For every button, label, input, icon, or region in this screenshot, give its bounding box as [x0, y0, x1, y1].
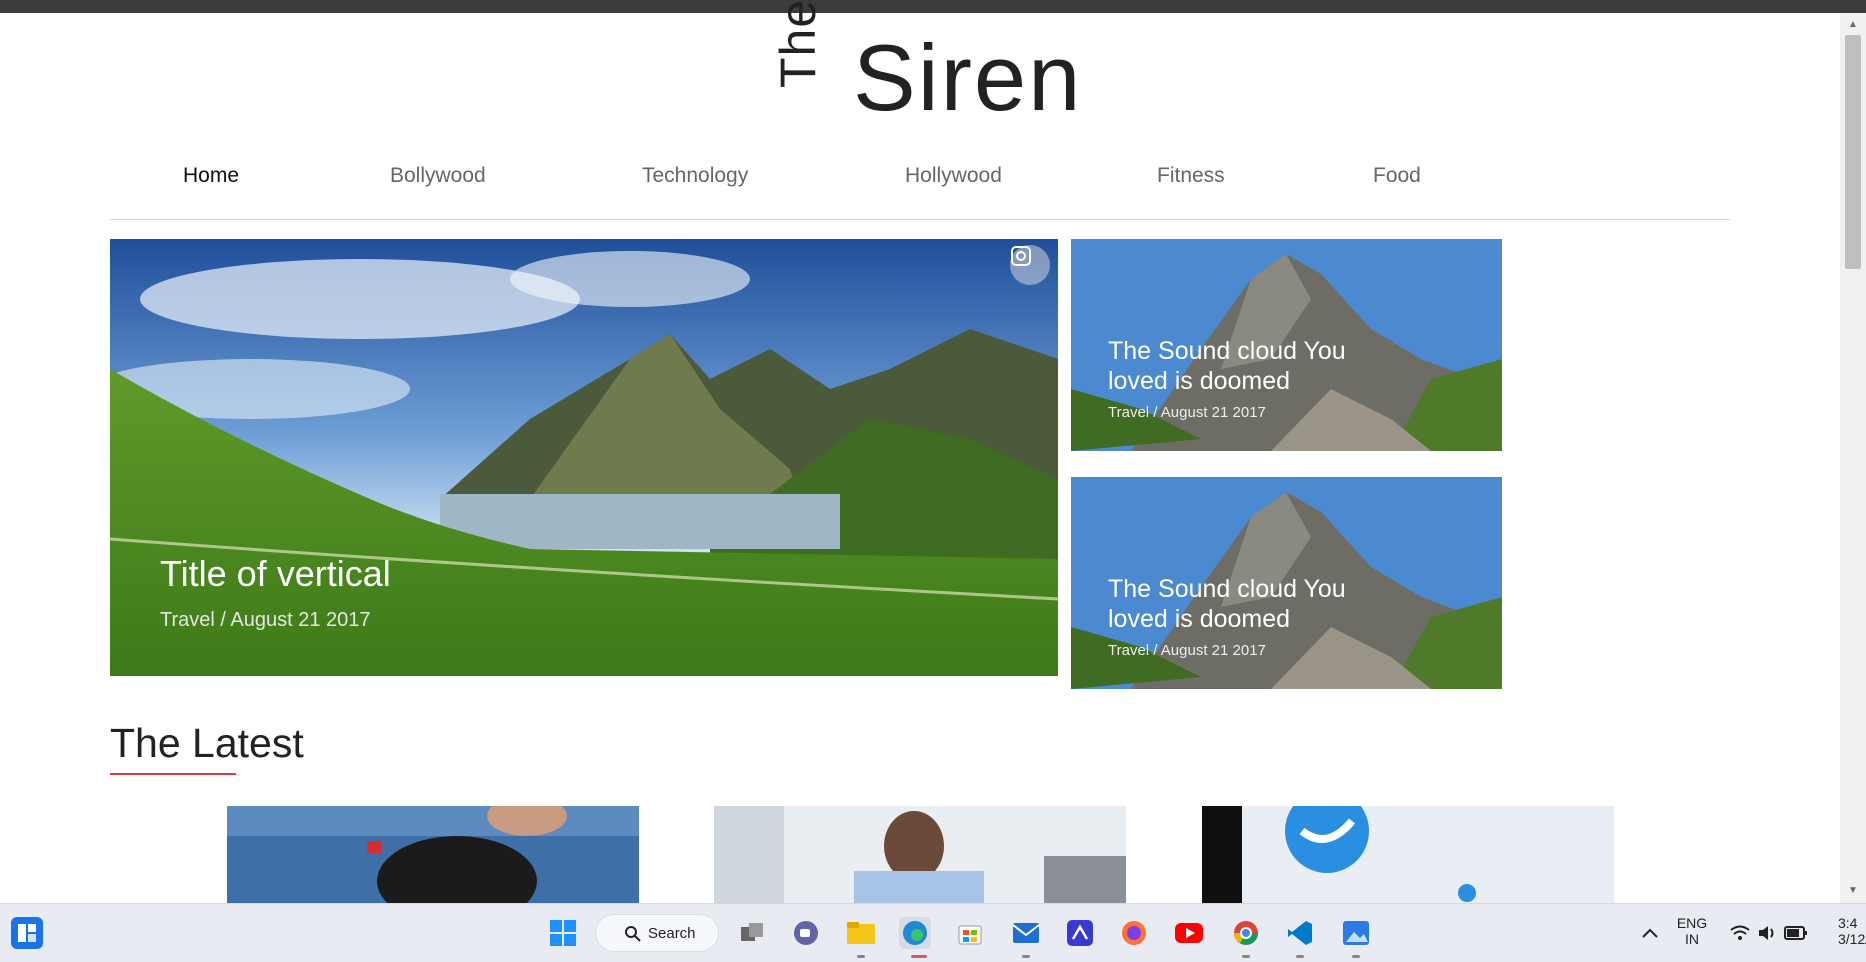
taskbar-search[interactable]: Search	[595, 914, 719, 952]
design-app-icon[interactable]	[1064, 917, 1096, 949]
widgets-icon[interactable]	[11, 917, 43, 949]
youtube-icon[interactable]	[1173, 917, 1205, 949]
windows-taskbar: Search ENG IN 3:4 3/12	[0, 903, 1866, 962]
active-indicator	[911, 955, 927, 958]
start-windows-icon[interactable]	[547, 917, 579, 949]
side-card-meta: Travel / August 21 2017	[1108, 642, 1266, 659]
nav-item-bollywood[interactable]: Bollywood	[390, 164, 486, 188]
edge-browser-icon[interactable]	[899, 917, 931, 949]
visual-search-icon[interactable]	[1010, 245, 1050, 285]
hero-side-card[interactable]: The Sound cloud You loved is doomed Trav…	[1071, 239, 1502, 451]
file-explorer-icon[interactable]	[845, 917, 877, 949]
latest-thumb-fitness[interactable]	[227, 806, 639, 903]
page-scrollbar[interactable]: ▲ ▼	[1840, 13, 1866, 903]
running-indicator	[1352, 955, 1360, 958]
side-card-title[interactable]: The Sound cloud You loved is doomed	[1108, 574, 1408, 634]
language-code: ENG	[1676, 915, 1708, 931]
photos-icon[interactable]	[1340, 917, 1372, 949]
scroll-down-arrow-icon[interactable]: ▼	[1840, 885, 1866, 901]
battery-icon[interactable]	[1780, 917, 1812, 949]
task-view-icon[interactable]	[736, 917, 768, 949]
side-card-title[interactable]: The Sound cloud You loved is doomed	[1108, 336, 1408, 396]
chrome-icon[interactable]	[1230, 917, 1262, 949]
hero-main-title[interactable]: Title of vertical	[160, 553, 391, 595]
nav-item-food[interactable]: Food	[1373, 164, 1421, 188]
hero-main-card[interactable]: Title of vertical Travel / August 21 201…	[110, 239, 1058, 676]
running-indicator	[857, 955, 865, 958]
nav-divider	[110, 219, 1730, 220]
nav-item-hollywood[interactable]: Hollywood	[905, 164, 1002, 188]
nav-item-technology[interactable]: Technology	[642, 164, 748, 188]
scroll-thumb[interactable]	[1845, 35, 1861, 269]
mail-icon[interactable]	[1010, 917, 1042, 949]
clock-date: 3/12/	[1838, 931, 1866, 947]
nav-item-home[interactable]: Home	[183, 164, 239, 188]
microsoft-store-icon[interactable]	[954, 917, 986, 949]
section-underline	[110, 773, 236, 775]
latest-thumb-twitter[interactable]	[1202, 806, 1614, 903]
show-hidden-icons-chevron-icon[interactable]	[1634, 917, 1666, 949]
latest-thumb-technology[interactable]	[714, 806, 1126, 903]
vscode-icon[interactable]	[1284, 917, 1316, 949]
clock[interactable]: 3:4 3/12/	[1838, 915, 1866, 947]
region-code: IN	[1685, 931, 1699, 947]
hero-main-meta: Travel / August 21 2017	[160, 609, 371, 631]
side-card-meta: Travel / August 21 2017	[1108, 404, 1266, 421]
teams-chat-icon[interactable]	[790, 917, 822, 949]
running-indicator	[1242, 955, 1250, 958]
scroll-up-arrow-icon[interactable]: ▲	[1840, 19, 1866, 35]
search-icon	[625, 926, 641, 942]
main-nav: Home Bollywood Technology Hollywood Fitn…	[110, 152, 1730, 202]
logo-siren-text: Siren	[853, 25, 1083, 130]
latest-section-title: The Latest	[110, 720, 304, 766]
language-indicator[interactable]: ENG IN	[1670, 915, 1714, 947]
clock-time: 3:4	[1838, 915, 1858, 931]
firefox-icon[interactable]	[1118, 917, 1150, 949]
browser-top-bar	[0, 0, 1866, 13]
nav-item-fitness[interactable]: Fitness	[1157, 164, 1225, 188]
logo-the-text: The	[770, 0, 826, 88]
running-indicator	[1296, 955, 1304, 958]
site-logo[interactable]: The Siren	[755, 0, 1095, 135]
running-indicator	[1022, 955, 1030, 958]
hero-side-card[interactable]: The Sound cloud You loved is doomed Trav…	[1071, 477, 1502, 689]
taskbar-search-label: Search	[648, 925, 696, 942]
